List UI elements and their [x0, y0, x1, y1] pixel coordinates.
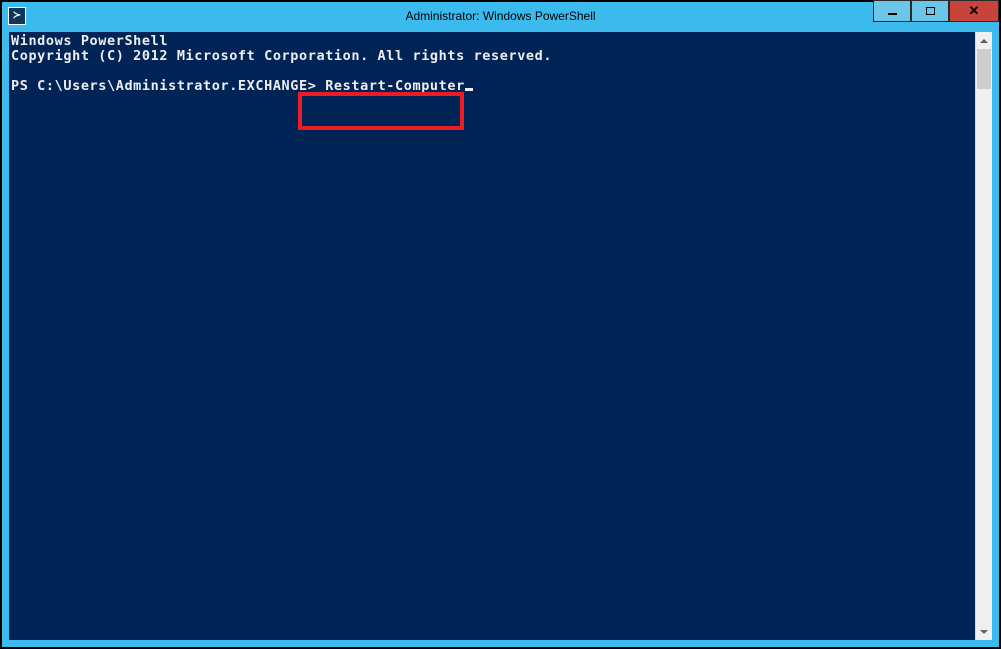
console-line-1: Windows PowerShell — [11, 33, 168, 49]
vertical-scrollbar[interactable] — [975, 32, 992, 640]
close-button[interactable]: ✕ — [949, 0, 999, 22]
text-cursor — [465, 88, 473, 91]
console-line-2: Copyright (C) 2012 Microsoft Corporation… — [11, 48, 552, 64]
maximize-icon — [926, 7, 935, 15]
scroll-down-button[interactable] — [976, 623, 992, 640]
scroll-up-button[interactable] — [976, 32, 992, 49]
console-output[interactable]: Windows PowerShell Copyright (C) 2012 Mi… — [9, 32, 975, 640]
titlebar[interactable]: Administrator: Windows PowerShell ✕ — [2, 2, 999, 30]
powershell-window: Administrator: Windows PowerShell ✕ Wind… — [0, 0, 1001, 649]
close-icon: ✕ — [969, 3, 980, 19]
minimize-icon — [888, 13, 897, 15]
window-controls: ✕ — [873, 0, 999, 22]
scrollbar-thumb[interactable] — [977, 49, 991, 89]
prompt-text: PS C:\Users\Administrator.EXCHANGE> — [11, 78, 316, 94]
annotation-highlight-box — [298, 92, 464, 130]
minimize-button[interactable] — [873, 0, 911, 22]
command-text: Restart-Computer — [325, 78, 465, 94]
chevron-up-icon — [980, 39, 988, 43]
maximize-button[interactable] — [911, 0, 949, 22]
window-title: Administrator: Windows PowerShell — [405, 9, 595, 23]
chevron-down-icon — [980, 630, 988, 634]
powershell-icon — [8, 7, 26, 25]
client-area: Windows PowerShell Copyright (C) 2012 Mi… — [9, 32, 992, 640]
